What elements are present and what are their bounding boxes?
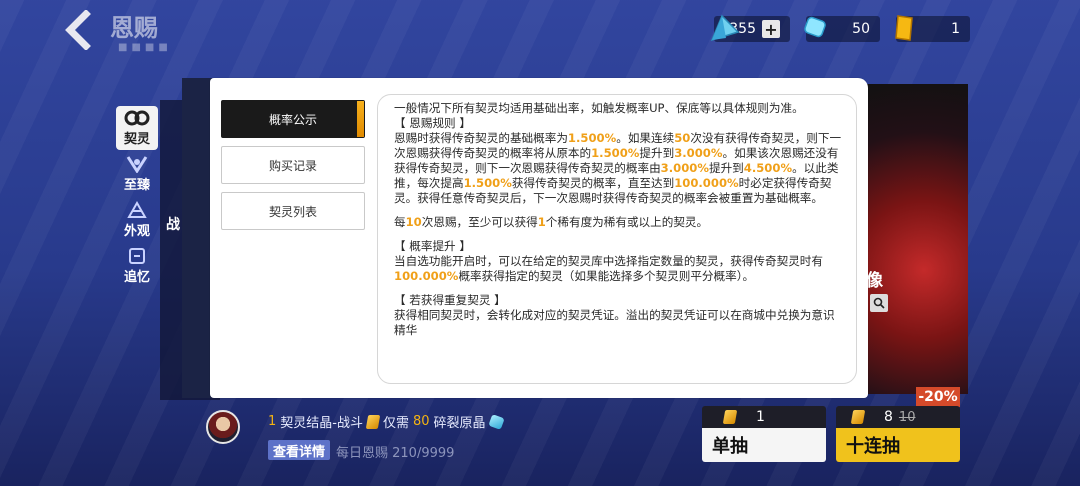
- tab-contract-list[interactable]: 契灵列表: [221, 192, 365, 230]
- tab-purchase-history[interactable]: 购买记录: [221, 146, 365, 184]
- rule-title: 【 恩赐规则 】: [394, 116, 471, 130]
- need-prefix: 仅需: [382, 416, 409, 431]
- shard-icon: [487, 413, 505, 430]
- highlight: 100.000%: [394, 269, 459, 283]
- single-pull-button[interactable]: 1 单抽: [702, 406, 826, 462]
- highlight: 1.500%: [463, 176, 512, 190]
- crest-icon: [126, 156, 148, 173]
- reward-name: 契灵结晶-战斗: [280, 416, 363, 431]
- need-amount: 80: [413, 414, 430, 429]
- probability-dialog: 概率公示 购买记录 契灵列表 一般情况下所有契灵均适用基础出率，如触发概率UP、…: [210, 78, 868, 398]
- sidebar-tab-label: 至臻: [123, 178, 150, 193]
- blue-gem-icon: [800, 12, 830, 46]
- gold-ticket-icon: [722, 410, 738, 424]
- tab-probability[interactable]: 概率公示: [221, 100, 365, 138]
- boost-text: 当自选功能开启时，可以在给定的契灵库中选择指定数量的契灵，获得传奇契灵时有100…: [394, 254, 842, 284]
- zoom-button[interactable]: [870, 294, 888, 312]
- sidebar-tab-memory[interactable]: 追忆: [116, 244, 158, 288]
- view-details-button[interactable]: 查看详情: [268, 440, 330, 460]
- text-segment: 个稀有度为稀有或以上的契灵。: [545, 215, 709, 229]
- memory-icon: [129, 248, 145, 264]
- currency-gem: 50: [804, 16, 880, 42]
- search-icon: [873, 297, 885, 309]
- currency-gem-value: 50: [852, 21, 870, 37]
- highlight: 1.500%: [567, 131, 617, 145]
- reward-info: 1 契灵结晶-战斗 仅需 80 碎裂原晶: [268, 412, 505, 431]
- ten-pull-button[interactable]: 8 10 十连抽: [836, 406, 960, 462]
- currency-crystal[interactable]: 355 +: [710, 14, 790, 42]
- single-pull-cost: 1: [702, 406, 826, 428]
- sidebar-tab-label: 契灵: [123, 132, 150, 147]
- contract-icon: [124, 110, 150, 126]
- ten-pull-cost: 8 10: [836, 406, 960, 428]
- highlight: 1: [537, 215, 546, 229]
- duplicate-title: 【 若获得重复契灵 】: [394, 293, 506, 307]
- duplicate-text: 获得相同契灵时，会转化成对应的契灵凭证。溢出的契灵凭证可以在商城中兑换为意识精华: [394, 308, 835, 337]
- highlight: 4.500%: [743, 161, 793, 175]
- partial-label: 战: [166, 217, 180, 233]
- gold-ticket-icon: [890, 12, 918, 48]
- text-segment: 提升到: [708, 161, 744, 175]
- sidebar-tab-label: 追忆: [123, 270, 150, 285]
- guarantee-text: 每10次恩赐，至少可以获得1个稀有度为稀有或以上的契灵。: [394, 215, 842, 230]
- text-segment: 概率获得指定的契灵（如果能选择多个契灵则平分概率）。: [458, 269, 755, 283]
- banner-art: [858, 84, 968, 394]
- text-segment: 。如果连续: [616, 131, 675, 145]
- highlight: 10: [405, 215, 422, 229]
- highlight: 3.000%: [674, 146, 723, 160]
- single-pull-cost-value: 1: [756, 409, 765, 425]
- highlight: 1.500%: [591, 146, 640, 160]
- boost-title: 【 概率提升 】: [394, 239, 471, 253]
- ten-pull-label: 十连抽: [836, 428, 960, 462]
- daily-count: 每日恩赐 210/9999: [336, 446, 455, 461]
- text-segment: 当自选功能开启时，可以在给定的契灵库中选择指定数量的契灵，获得传奇契灵时有: [394, 254, 823, 268]
- crystal-pyramid-icon: [708, 12, 742, 48]
- text-segment: 提升到: [639, 146, 675, 160]
- avatar[interactable]: [206, 410, 240, 444]
- text-segment: 次恩赐，至少可以获得: [421, 215, 538, 229]
- title-decoration: ■■■■: [118, 42, 172, 53]
- dialog-side-bar: [182, 78, 212, 398]
- rule-text: 恩赐时获得传奇契灵的基础概率为1.500%。如果连续50次没有获得传奇契灵，则下…: [394, 131, 842, 206]
- sidebar-tab-contract[interactable]: 契灵: [116, 106, 158, 150]
- highlight: 3.000%: [660, 161, 709, 175]
- intro-text: 一般情况下所有契灵均适用基础出率，如触发概率UP、保底等以具体规则为准。: [394, 101, 804, 115]
- page-title: 恩赐: [110, 14, 158, 42]
- highlight: 100.000%: [674, 176, 739, 190]
- currency-ticket-value: 1: [951, 21, 960, 37]
- text-segment: 恩赐时获得传奇契灵的基础概率为: [394, 131, 568, 145]
- sidebar-tab-supreme[interactable]: 至臻: [116, 152, 158, 196]
- text-segment: 每: [394, 215, 406, 229]
- currency-ticket: 1: [895, 15, 970, 42]
- ten-pull-cost-value: 8: [884, 409, 893, 425]
- back-button[interactable]: [60, 10, 98, 50]
- gold-ticket-icon: [850, 410, 866, 424]
- sidebar-tab-appearance[interactable]: 外观: [116, 198, 158, 242]
- need-item: 碎裂原晶: [433, 416, 486, 431]
- text-segment: 获得传奇契灵的概率，直至达到: [511, 176, 675, 190]
- add-currency-button[interactable]: +: [762, 20, 780, 39]
- ten-pull-original-cost: 10: [898, 409, 916, 425]
- chevron-left-icon: [65, 10, 91, 50]
- probability-content[interactable]: 一般情况下所有契灵均适用基础出率，如触发概率UP、保底等以具体规则为准。 【 恩…: [377, 94, 857, 384]
- discount-badge: -20%: [916, 387, 960, 407]
- highlight: 50: [674, 131, 691, 145]
- single-pull-label: 单抽: [702, 428, 826, 462]
- banner-art-text: 像: [866, 271, 883, 291]
- gold-ticket-icon: [365, 414, 381, 429]
- sidebar-tab-label: 外观: [123, 224, 150, 239]
- reward-count: 1: [268, 414, 277, 429]
- appearance-icon: [127, 201, 147, 218]
